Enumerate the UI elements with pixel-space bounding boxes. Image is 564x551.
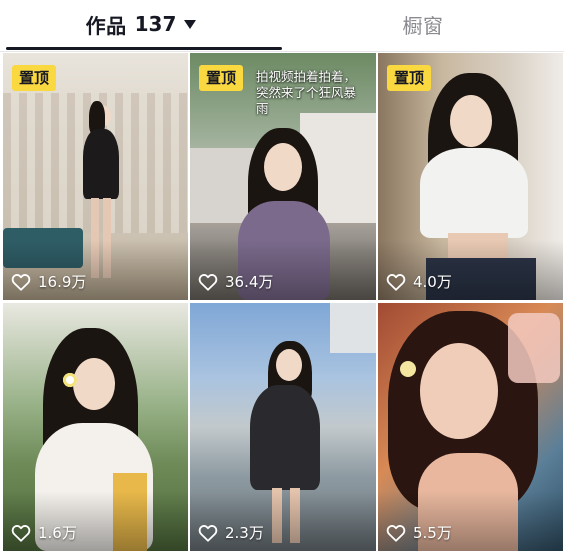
like-count-text: 16.9万 — [38, 273, 87, 291]
video-thumbnail — [3, 303, 188, 551]
heart-outline-icon — [198, 524, 218, 542]
video-tile[interactable]: 5.5万 — [378, 303, 563, 551]
video-caption: 拍视频拍着拍着，突然来了个狂风暴雨 — [256, 69, 357, 116]
like-count-text: 1.6万 — [38, 524, 77, 542]
pinned-badge: 置顶 — [199, 65, 244, 91]
video-tile[interactable]: 置顶 拍视频拍着拍着，突然来了个狂风暴雨 36.4万 — [190, 53, 376, 300]
pinned-badge: 置顶 — [12, 65, 57, 91]
video-thumbnail — [378, 303, 563, 551]
video-tile[interactable]: 1.6万 — [3, 303, 188, 551]
like-count: 16.9万 — [11, 271, 86, 292]
video-tile[interactable]: 置顶 16.9万 — [3, 53, 188, 300]
like-count-text: 4.0万 — [413, 273, 452, 291]
heart-outline-icon — [386, 273, 406, 291]
tab-window[interactable]: 橱窗 — [282, 0, 564, 48]
video-tile[interactable]: 2.3万 — [190, 303, 376, 551]
like-count: 2.3万 — [198, 522, 264, 543]
profile-tabs: 作品 137 橱窗 — [0, 0, 564, 52]
video-grid: 置顶 16.9万 置顶 拍视频拍着拍着，突然来了个狂风暴雨 36.4万 置顶 4… — [0, 53, 564, 551]
tab-works[interactable]: 作品 137 — [0, 0, 282, 48]
like-count: 1.6万 — [11, 522, 77, 543]
like-count-text: 5.5万 — [413, 524, 452, 542]
tabs-divider — [0, 51, 564, 52]
like-count-text: 36.4万 — [225, 273, 274, 291]
caret-down-icon[interactable] — [184, 19, 197, 29]
like-count: 36.4万 — [198, 271, 273, 292]
like-count: 4.0万 — [386, 271, 452, 292]
like-count: 5.5万 — [386, 522, 452, 543]
video-tile[interactable]: 置顶 4.0万 — [378, 53, 563, 300]
heart-outline-icon — [11, 524, 31, 542]
heart-outline-icon — [198, 273, 218, 291]
pinned-badge: 置顶 — [387, 65, 432, 91]
tab-window-label: 橱窗 — [402, 13, 444, 38]
heart-outline-icon — [386, 524, 406, 542]
heart-outline-icon — [11, 273, 31, 291]
video-thumbnail — [190, 303, 376, 551]
active-tab-indicator — [6, 47, 282, 50]
like-count-text: 2.3万 — [225, 524, 264, 542]
tab-works-label: 作品 — [85, 13, 127, 38]
works-count: 137 — [134, 12, 177, 36]
